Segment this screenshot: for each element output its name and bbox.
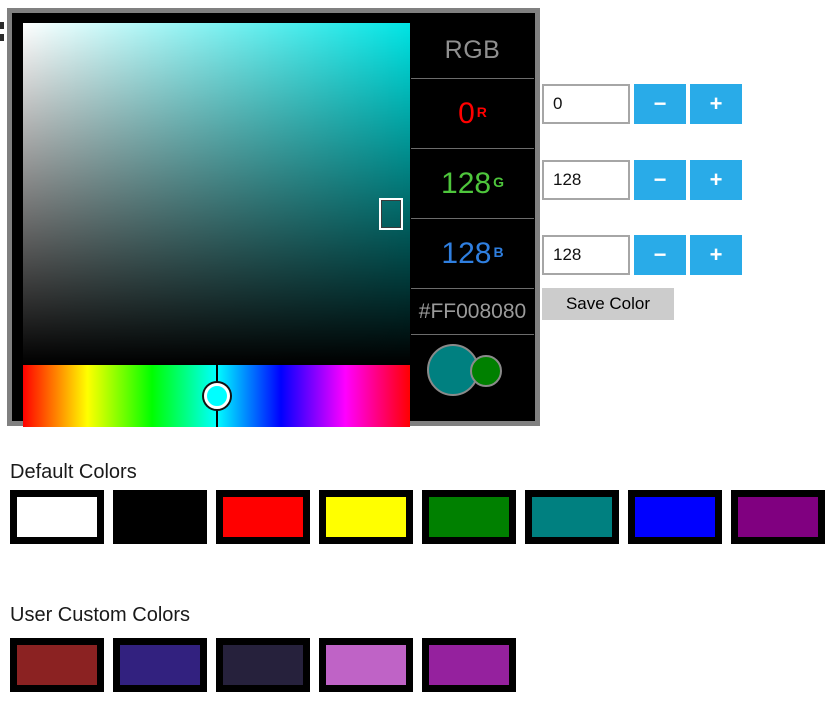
edge-stub-upper xyxy=(0,22,4,29)
hue-slider[interactable] xyxy=(23,365,410,427)
sv-cursor-handle[interactable] xyxy=(378,197,403,230)
edge-stub-lower xyxy=(0,34,4,41)
user-color-swatch-dark-navy[interactable] xyxy=(216,638,310,692)
red-value-input[interactable] xyxy=(542,84,630,124)
readout-row-green: 128 G xyxy=(411,149,534,219)
color-preview-group xyxy=(426,343,519,399)
green-value-input[interactable] xyxy=(542,160,630,200)
readout-suffix-blue: B xyxy=(493,243,504,260)
spinner-green: − + xyxy=(542,160,742,200)
rgb-readout-title: RGB xyxy=(411,23,534,79)
red-increment-button[interactable]: + xyxy=(690,84,742,124)
default-color-swatch-blue[interactable] xyxy=(628,490,722,544)
default-color-swatch-teal[interactable] xyxy=(525,490,619,544)
readout-suffix-red: R xyxy=(476,103,487,120)
saturation-value-area[interactable] xyxy=(23,23,410,364)
user-color-swatch-dark-red[interactable] xyxy=(10,638,104,692)
readout-value-blue: 128 xyxy=(441,236,492,270)
readout-suffix-green: G xyxy=(493,173,504,190)
user-color-swatch-dark-indigo[interactable] xyxy=(113,638,207,692)
sv-black-overlay xyxy=(23,23,410,364)
user-color-swatch-magenta-purple[interactable] xyxy=(422,638,516,692)
hue-marker-knob[interactable] xyxy=(203,383,230,409)
default-color-swatch-white[interactable] xyxy=(10,490,104,544)
save-color-button[interactable]: Save Color xyxy=(542,288,674,320)
default-color-swatch-yellow[interactable] xyxy=(319,490,413,544)
user-custom-colors-row xyxy=(10,638,516,692)
default-colors-title: Default Colors xyxy=(10,461,137,483)
default-color-swatch-purple[interactable] xyxy=(731,490,825,544)
readout-row-blue: 128 B xyxy=(411,219,534,289)
blue-increment-button[interactable]: + xyxy=(690,235,742,275)
default-color-swatch-green[interactable] xyxy=(422,490,516,544)
readout-value-green: 128 xyxy=(441,166,492,200)
readout-row-red: 0 R xyxy=(411,79,534,149)
color-picker-page: RGB 0 R 128 G 128 B #FF008080 0 − + 128 … xyxy=(0,0,840,713)
color-preview-row xyxy=(411,335,534,407)
color-picker-inner: RGB 0 R 128 G 128 B #FF008080 xyxy=(12,13,535,427)
hex-value-readout: #FF008080 xyxy=(411,289,534,335)
readout-value-red: 0 xyxy=(458,96,475,130)
default-color-swatch-red[interactable] xyxy=(216,490,310,544)
green-increment-button[interactable]: + xyxy=(690,160,742,200)
user-color-swatch-orchid[interactable] xyxy=(319,638,413,692)
green-decrement-button[interactable]: − xyxy=(634,160,686,200)
spinner-blue: − + xyxy=(542,235,742,275)
color-picker-widget: RGB 0 R 128 G 128 B #FF008080 xyxy=(7,8,540,427)
blue-value-input[interactable] xyxy=(542,235,630,275)
default-colors-row xyxy=(10,490,825,544)
red-decrement-button[interactable]: − xyxy=(634,84,686,124)
spinner-red: − + xyxy=(542,84,742,124)
rgb-readout-column: RGB 0 R 128 G 128 B #FF008080 xyxy=(411,23,534,411)
user-custom-colors-title: User Custom Colors xyxy=(10,604,191,626)
blue-decrement-button[interactable]: − xyxy=(634,235,686,275)
default-color-swatch-black[interactable] xyxy=(113,490,207,544)
previous-color-circle xyxy=(469,355,502,387)
